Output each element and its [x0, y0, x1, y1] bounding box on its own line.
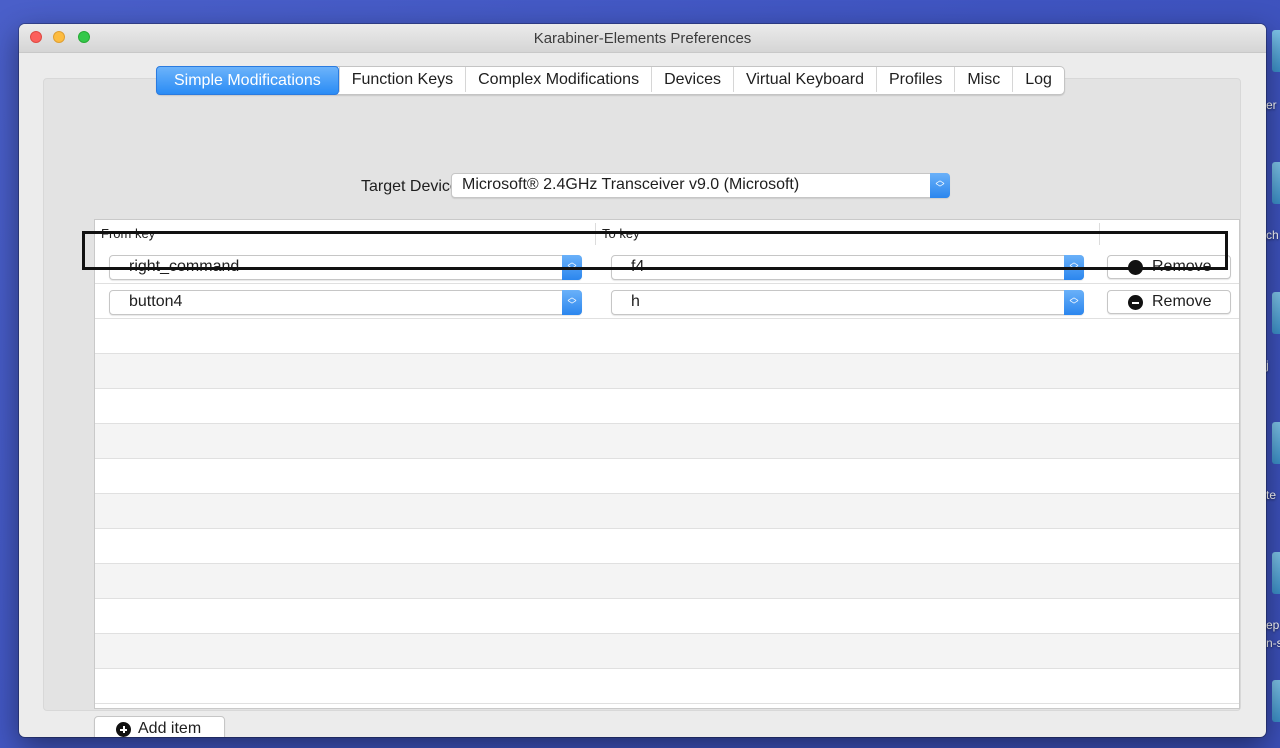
- column-divider: [1099, 223, 1100, 245]
- remove-label: Remove: [1152, 293, 1212, 310]
- table-row: [95, 319, 1239, 354]
- column-divider: [1239, 223, 1240, 245]
- tab-log[interactable]: Log: [1012, 67, 1064, 92]
- target-device-value: Microsoft® 2.4GHz Transceiver v9.0 (Micr…: [462, 176, 800, 193]
- desktop-folder-icon[interactable]: [1272, 552, 1280, 594]
- desktop-label: ep: [1266, 618, 1280, 632]
- table-row: [95, 424, 1239, 459]
- tab-function-keys[interactable]: Function Keys: [338, 67, 465, 92]
- desktop-label: te: [1266, 488, 1277, 502]
- target-device-label: Target Device:: [361, 178, 464, 195]
- table-row: [95, 389, 1239, 424]
- to-key-select[interactable]: h ︿ ﹀: [611, 290, 1084, 315]
- add-item-button[interactable]: Add item: [94, 716, 225, 737]
- desktop-label: er: [1266, 98, 1277, 112]
- tab-complex-modifications[interactable]: Complex Modifications: [465, 67, 651, 92]
- add-item-label: Add item: [138, 720, 202, 737]
- preferences-window: Karabiner-Elements Preferences Target De…: [19, 24, 1266, 737]
- column-header-from[interactable]: From key: [101, 226, 155, 241]
- from-key-value: right_command: [129, 258, 240, 275]
- table-row: [95, 599, 1239, 634]
- popup-arrows-icon: ︿ ﹀: [1064, 255, 1084, 280]
- to-key-value: f4: [631, 258, 645, 275]
- table-row: [95, 354, 1239, 389]
- title-bar[interactable]: Karabiner-Elements Preferences: [19, 24, 1266, 53]
- minus-circle-icon: [1128, 295, 1143, 310]
- desktop-folder-icon[interactable]: [1272, 162, 1280, 204]
- content-panel: Target Device: Microsoft® 2.4GHz Transce…: [43, 78, 1241, 737]
- desktop-folder-icon[interactable]: [1272, 292, 1280, 334]
- tab-devices[interactable]: Devices: [651, 67, 733, 92]
- table-row: [95, 564, 1239, 599]
- tab-profiles[interactable]: Profiles: [875, 67, 954, 92]
- remove-button[interactable]: Remove: [1107, 290, 1231, 314]
- desktop-label: j: [1266, 358, 1269, 372]
- tab-bar: Simple Modifications Function Keys Compl…: [156, 66, 1065, 95]
- target-device-select[interactable]: Microsoft® 2.4GHz Transceiver v9.0 (Micr…: [451, 173, 950, 198]
- column-divider: [595, 223, 596, 245]
- table-row: [95, 669, 1239, 704]
- popup-arrows-icon: ︿ ﹀: [562, 290, 582, 315]
- tab-misc[interactable]: Misc: [954, 67, 1012, 92]
- from-key-select[interactable]: button4 ︿ ﹀: [109, 290, 582, 315]
- plus-circle-icon: [116, 722, 131, 737]
- window-title: Karabiner-Elements Preferences: [533, 30, 752, 47]
- table-row: [95, 634, 1239, 669]
- table-row: [95, 459, 1239, 494]
- remove-button[interactable]: Remove: [1107, 255, 1231, 279]
- desktop-folder-icon[interactable]: [1272, 422, 1280, 464]
- tab-simple-modifications[interactable]: Simple Modifications: [156, 66, 339, 95]
- popup-arrows-icon: ︿ ﹀: [930, 173, 950, 198]
- column-header-to[interactable]: To key: [602, 226, 640, 241]
- desktop-folder-icon[interactable]: [1272, 680, 1280, 722]
- from-key-select[interactable]: right_command ︿ ﹀: [109, 255, 582, 280]
- remove-label: Remove: [1152, 258, 1212, 275]
- desktop-label: ch: [1266, 228, 1279, 242]
- table-row: [95, 494, 1239, 529]
- popup-arrows-icon: ︿ ﹀: [562, 255, 582, 280]
- desktop-label: n-s: [1266, 636, 1280, 650]
- to-key-select[interactable]: f4 ︿ ﹀: [611, 255, 1084, 280]
- table-header: From key To key: [95, 220, 1239, 250]
- table-row: [95, 529, 1239, 564]
- from-key-value: button4: [129, 293, 183, 310]
- tab-virtual-keyboard[interactable]: Virtual Keyboard: [732, 67, 876, 92]
- minus-circle-icon: [1128, 260, 1143, 275]
- desktop-folder-icon[interactable]: [1272, 30, 1280, 72]
- to-key-value: h: [631, 293, 640, 310]
- popup-arrows-icon: ︿ ﹀: [1064, 290, 1084, 315]
- modifications-table: From key To key right_command ︿ ﹀ f4 ︿ ﹀…: [94, 219, 1240, 709]
